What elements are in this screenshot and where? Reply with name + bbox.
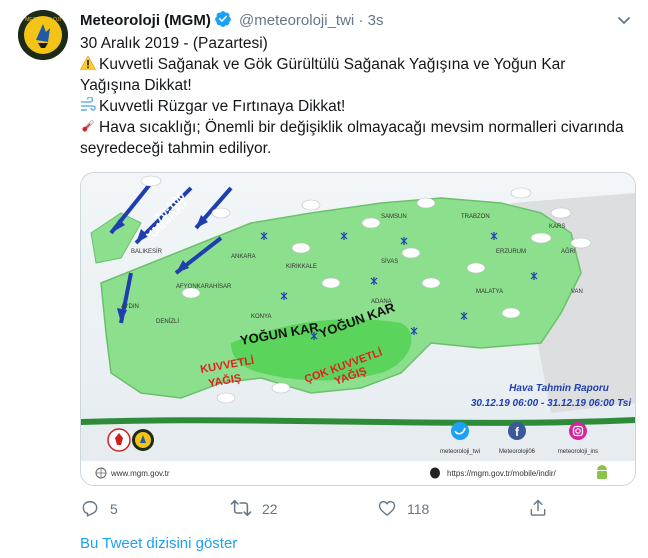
city-label: VAN [571, 289, 583, 295]
avatar-text: METEOROLOJİ [25, 16, 61, 23]
facebook-logo-icon: f [508, 422, 526, 440]
city-label: ERZURUM [496, 249, 526, 255]
social-twitter-label: meteoroloji_twi [440, 449, 480, 455]
city-label: AYDIN [121, 304, 139, 310]
mgm-logo-icon: METEOROLOJİ [18, 10, 68, 60]
more-options-icon[interactable] [614, 10, 634, 30]
city-label: SAMSUN [381, 214, 407, 220]
footer-app-url: https://mgm.gov.tr/mobile/indir/ [447, 469, 557, 478]
mgm-footer-logo-icon [132, 429, 154, 451]
verified-badge-icon [214, 10, 232, 34]
share-button[interactable] [528, 497, 548, 521]
city-label: TRABZON [461, 214, 490, 220]
temperature-line: Hava sıcaklığı; Önemli bir değişiklik ol… [80, 119, 624, 157]
retweet-button[interactable]: 22 [230, 497, 278, 521]
author-handle[interactable]: @meteoroloji_twi [239, 12, 354, 29]
social-facebook-label: Meteoroloji06 [499, 449, 536, 455]
reply-count: 5 [110, 501, 118, 517]
like-count: 118 [407, 501, 430, 517]
like-button[interactable]: 118 [377, 497, 429, 521]
tweet-actions: 5 22 118 [80, 497, 600, 521]
city-label: MALATYA [476, 289, 503, 295]
warning-line: Kuvvetli Sağanak ve Gök Gürültülü Sağana… [80, 56, 566, 94]
turkey-weather-map: 70-100 KM/SAAT YOĞUN KAR YOĞUN KAR KUVVE… [81, 173, 635, 485]
globe-icon [95, 467, 107, 479]
weather-map-image[interactable]: 70-100 KM/SAAT YOĞUN KAR YOĞUN KAR KUVVE… [80, 172, 636, 486]
city-label: ADANA [371, 299, 392, 305]
city-label: KONYA [251, 314, 272, 320]
instagram-logo-icon [569, 422, 587, 440]
city-label: ANKARA [231, 254, 256, 260]
tweet[interactable]: METEOROLOJİ Meteoroloji (MGM) @meteorolo… [0, 0, 648, 558]
city-label: AĞRI [561, 248, 576, 255]
twitter-logo-icon [451, 422, 469, 440]
report-title: Hava Tahmin Raporu [509, 383, 609, 394]
retweet-icon [230, 498, 252, 521]
author-name[interactable]: Meteoroloji (MGM) [80, 12, 211, 29]
reply-button[interactable]: 5 [80, 497, 118, 521]
heart-icon [377, 498, 397, 521]
warning-emoji-icon [79, 55, 97, 71]
report-range: 30.12.19 06:00 - 31.12.19 06:00 Tsi [471, 398, 632, 409]
city-label: SİVAS [381, 258, 398, 265]
avatar[interactable]: METEOROLOJİ [18, 10, 68, 60]
ministry-logo-icon [107, 428, 131, 452]
separator-dot: · [358, 12, 364, 29]
wind-emoji-icon [80, 96, 96, 113]
wind-line: Kuvvetli Rüzgar ve Fırtınaya Dikkat! [99, 98, 346, 115]
tweet-header: Meteoroloji (MGM) @meteoroloji_twi · 3s [80, 10, 383, 34]
city-label: AFYONKARAHİSAR [176, 283, 232, 290]
retweet-count: 22 [262, 501, 278, 517]
city-label: KIRIKKALE [286, 264, 317, 270]
thermometer-emoji-icon [80, 118, 96, 134]
date-line: 30 Aralık 2019 - (Pazartesi) [80, 35, 268, 52]
share-icon [528, 498, 548, 521]
apple-logo-icon [430, 467, 440, 479]
city-label: KARS [549, 224, 565, 230]
footer-site-url: www.mgm.gov.tr [110, 469, 170, 478]
tweet-time[interactable]: 3s [368, 12, 384, 29]
city-label: BALIKESİR [131, 248, 163, 255]
city-label: DENİZLİ [156, 318, 179, 325]
tweet-text: 30 Aralık 2019 - (Pazartesi) Kuvvetli Sa… [79, 33, 625, 159]
social-instagram-label: meteoroloji_ins [558, 449, 598, 455]
show-thread-link[interactable]: Bu Tweet dizisini göster [80, 535, 237, 552]
android-logo-icon [597, 465, 607, 479]
reply-icon [80, 498, 100, 521]
